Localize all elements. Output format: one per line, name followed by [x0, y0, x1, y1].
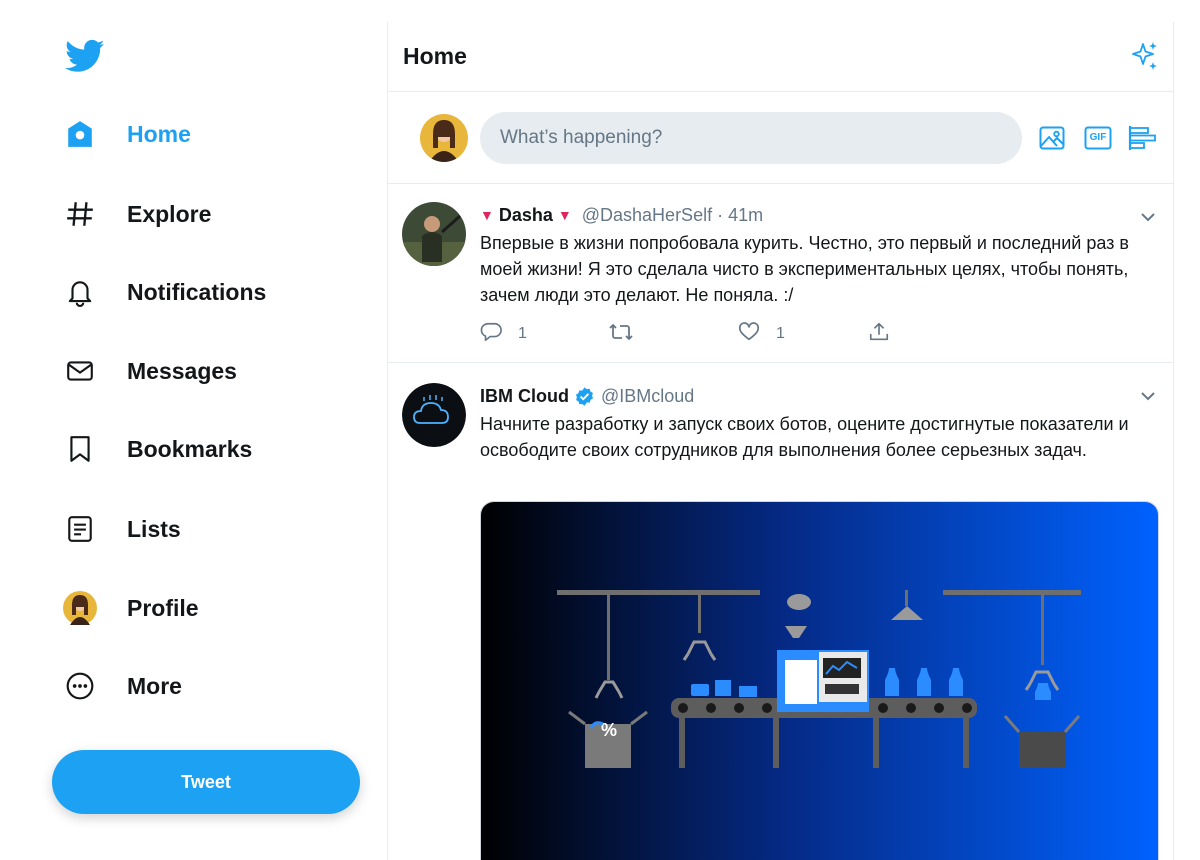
name-marker: ▼ — [557, 207, 572, 223]
share-button[interactable] — [868, 321, 890, 348]
sidebar-item-notifications[interactable]: Notifications — [60, 266, 266, 318]
poll-icon[interactable] — [1126, 122, 1158, 154]
sidebar-item-label: Lists — [127, 515, 181, 542]
verified-badge-icon — [574, 386, 595, 407]
bell-icon — [60, 272, 100, 312]
timeline-header: Home — [388, 22, 1173, 92]
tweet-button[interactable]: Tweet — [52, 750, 360, 814]
sidebar-item-bookmarks[interactable]: Bookmarks — [60, 423, 252, 475]
handle[interactable]: @DashaHerSelf — [582, 205, 712, 226]
handle[interactable]: @IBMcloud — [601, 386, 694, 407]
sidebar-item-more[interactable]: More — [60, 660, 182, 712]
sparkle-icon[interactable] — [1129, 40, 1161, 72]
sidebar: Home Explore Notifications Messages Book… — [0, 0, 388, 860]
chevron-down-icon[interactable] — [1137, 206, 1159, 228]
reply-icon — [480, 321, 502, 348]
tweet-media-image[interactable]: % — [480, 501, 1159, 860]
envelope-icon — [60, 351, 100, 391]
home-icon — [60, 114, 100, 154]
avatar[interactable] — [402, 202, 466, 266]
sidebar-item-label: Home — [127, 120, 191, 147]
avatar[interactable] — [402, 383, 466, 447]
retweet-icon — [608, 320, 634, 349]
heart-icon — [738, 321, 760, 348]
tweet-text: Впервые в жизни попробовала курить. Чест… — [480, 233, 1129, 305]
tweet-content: IBM Cloud @IBMcloud Начните разработку и… — [480, 383, 1159, 463]
gif-icon[interactable]: GIF — [1082, 122, 1114, 154]
avatar — [60, 588, 100, 628]
bookmark-icon — [60, 429, 100, 469]
separator: · — [717, 204, 724, 225]
sidebar-item-label: More — [127, 672, 182, 699]
image-icon[interactable] — [1036, 122, 1068, 154]
tweet[interactable]: ▼ Dasha ▼ @DashaHerSelf · 41m Впервые в … — [388, 184, 1173, 363]
chevron-down-icon[interactable] — [1137, 385, 1159, 407]
display-name[interactable]: Dasha — [499, 205, 553, 226]
tweet-actions: 1 1 — [480, 320, 920, 349]
tweet[interactable]: IBM Cloud @IBMcloud Начните разработку и… — [388, 363, 1173, 860]
tweet-content: ▼ Dasha ▼ @DashaHerSelf · 41m Впервые в … — [480, 202, 1159, 308]
tweet-composer: GIF — [388, 92, 1173, 184]
share-icon — [868, 321, 890, 348]
like-button[interactable]: 1 — [738, 321, 785, 348]
list-icon — [60, 509, 100, 549]
factory-illustration: % — [481, 502, 1158, 860]
display-name[interactable]: IBM Cloud — [480, 386, 569, 407]
sidebar-item-profile[interactable]: Profile — [60, 582, 199, 634]
sidebar-item-label: Explore — [127, 200, 212, 227]
retweet-button[interactable] — [608, 320, 634, 349]
tweet-text: Начните разработку и запуск своих ботов,… — [480, 414, 1129, 460]
gif-label: GIF — [1089, 132, 1107, 143]
timeline: Home GIF ▼ — [387, 22, 1174, 860]
reply-count: 1 — [518, 325, 527, 342]
like-count: 1 — [776, 325, 785, 342]
tweet-header: IBM Cloud @IBMcloud — [480, 383, 1159, 409]
compose-input[interactable] — [480, 112, 1022, 164]
sidebar-item-lists[interactable]: Lists — [60, 503, 181, 555]
twitter-logo-icon[interactable] — [64, 36, 106, 76]
tweet-header: ▼ Dasha ▼ @DashaHerSelf · 41m — [480, 202, 1159, 228]
reply-button[interactable]: 1 — [480, 321, 527, 348]
sidebar-item-label: Messages — [127, 357, 237, 384]
sidebar-item-label: Bookmarks — [127, 435, 253, 462]
more-icon — [60, 666, 100, 706]
sidebar-item-label: Notifications — [127, 278, 267, 305]
name-marker: ▼ — [480, 207, 494, 223]
sidebar-item-explore[interactable]: Explore — [60, 188, 211, 240]
avatar[interactable] — [420, 114, 468, 162]
sidebar-item-label: Profile — [127, 594, 199, 621]
sidebar-item-home[interactable]: Home — [60, 108, 191, 160]
sidebar-item-messages[interactable]: Messages — [60, 345, 237, 397]
hashtag-icon — [60, 194, 100, 234]
page-title: Home — [403, 43, 467, 69]
timestamp[interactable]: 41m — [728, 205, 763, 226]
